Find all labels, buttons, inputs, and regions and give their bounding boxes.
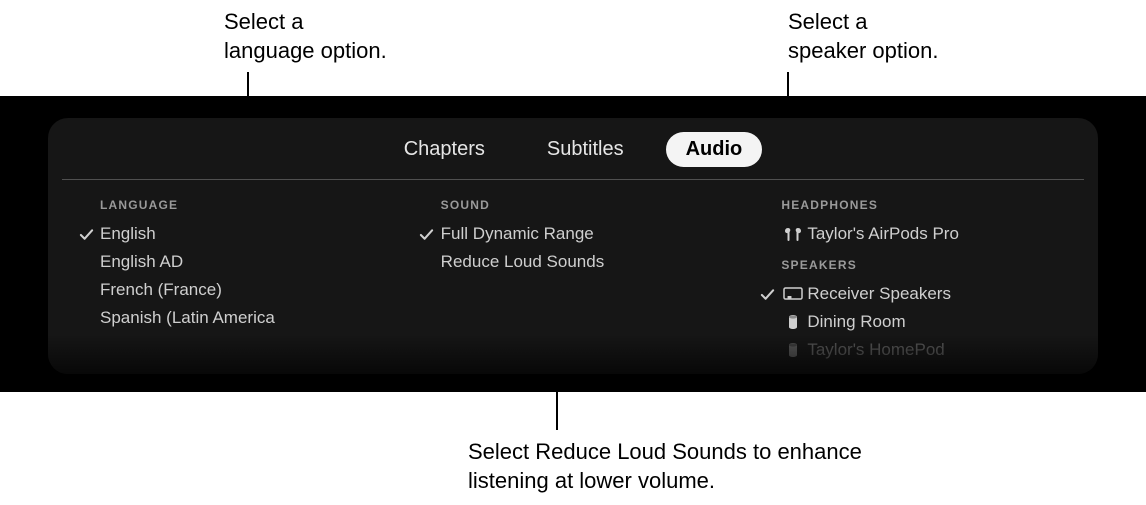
tv-icon [781, 286, 805, 302]
language-option-french[interactable]: French (France) [72, 276, 393, 304]
speakers-option-label: Dining Room [807, 312, 905, 332]
speakers-option-dining-room[interactable]: Dining Room [753, 308, 1074, 336]
language-option-label: Spanish (Latin America [100, 308, 275, 328]
language-option-label: English AD [100, 252, 183, 272]
heading-sound: SOUND [413, 198, 734, 212]
sound-option-label: Reduce Loud Sounds [441, 252, 605, 272]
sound-option-reduce-loud[interactable]: Reduce Loud Sounds [413, 248, 734, 276]
speakers-option-receiver[interactable]: Receiver Speakers [753, 280, 1074, 308]
heading-language: LANGUAGE [72, 198, 393, 212]
annotation-reduce-loud: Select Reduce Loud Sounds to enhance lis… [468, 438, 988, 495]
heading-headphones: HEADPHONES [753, 198, 1074, 212]
tabs-row: Chapters Subtitles Audio [48, 118, 1098, 179]
language-option-english-ad[interactable]: English AD [72, 248, 393, 276]
sound-option-label: Full Dynamic Range [441, 224, 594, 244]
panel-columns: LANGUAGE English English AD French (Fran… [48, 180, 1098, 364]
annotation-language: Select a language option. [224, 8, 484, 65]
language-option-label: English [100, 224, 156, 244]
homepod-icon [781, 342, 805, 358]
headphones-option-airpods[interactable]: Taylor's AirPods Pro [753, 220, 1074, 248]
column-output: HEADPHONES Taylor's AirPods Pro SPEAKERS [743, 194, 1084, 364]
speakers-option-taylors-homepod[interactable]: Taylor's HomePod [753, 336, 1074, 364]
checkmark-icon [419, 227, 434, 242]
headphones-option-label: Taylor's AirPods Pro [807, 224, 959, 244]
annotation-speaker: Select a speaker option. [788, 8, 1048, 65]
homepod-icon [781, 314, 805, 330]
speakers-option-label: Taylor's HomePod [807, 340, 944, 360]
language-option-label: French (France) [100, 280, 222, 300]
airpods-icon [781, 226, 805, 242]
sound-option-full-dynamic[interactable]: Full Dynamic Range [413, 220, 734, 248]
language-option-spanish[interactable]: Spanish (Latin America [72, 304, 393, 332]
checkmark-icon [760, 287, 775, 302]
speakers-option-label: Receiver Speakers [807, 284, 951, 304]
tab-subtitles[interactable]: Subtitles [527, 132, 644, 167]
tab-chapters[interactable]: Chapters [384, 132, 505, 167]
audio-settings-panel: Chapters Subtitles Audio LANGUAGE Englis… [48, 118, 1098, 374]
checkmark-icon [79, 227, 94, 242]
language-option-english[interactable]: English [72, 220, 393, 248]
column-sound: SOUND Full Dynamic Range Reduce Loud Sou… [403, 194, 744, 364]
heading-speakers: SPEAKERS [753, 258, 1074, 272]
tab-audio[interactable]: Audio [666, 132, 763, 167]
column-language: LANGUAGE English English AD French (Fran… [62, 194, 403, 364]
